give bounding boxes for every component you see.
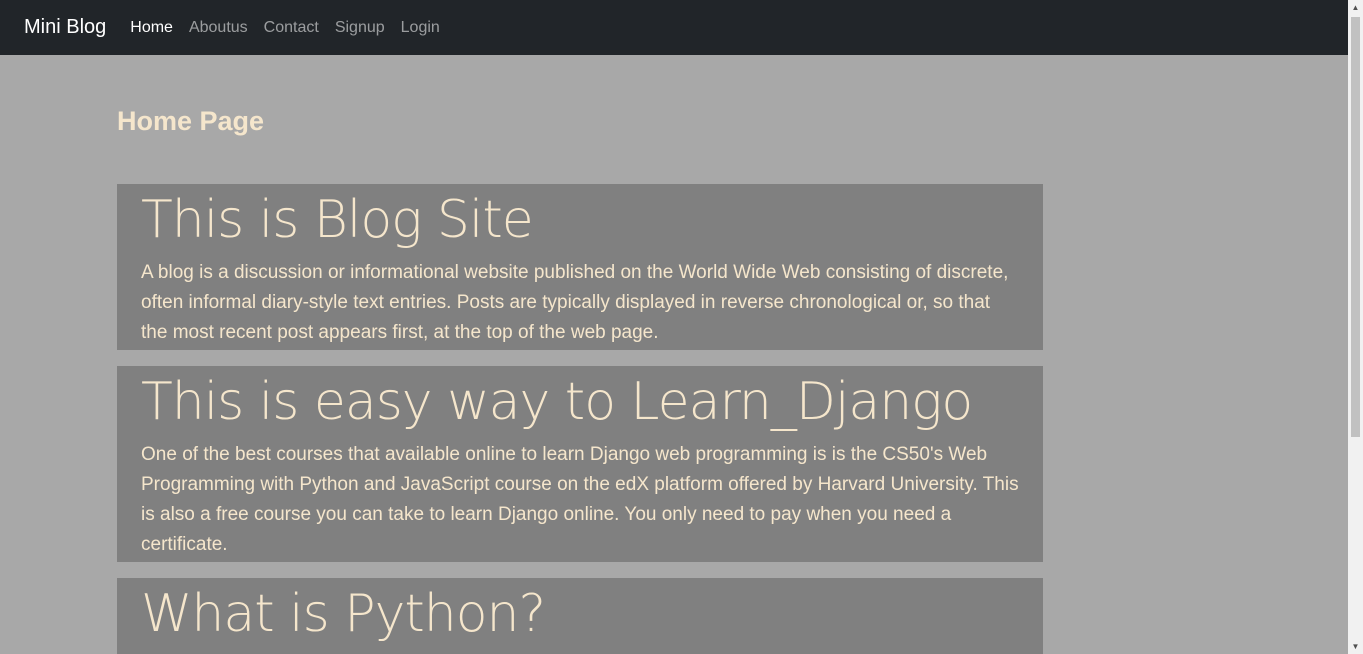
nav-link-signup[interactable]: Signup [335, 19, 385, 37]
scrollbar-thumb[interactable] [1351, 17, 1360, 437]
page-title: Home Page [117, 106, 265, 136]
vertical-scrollbar[interactable]: ▲ ▼ [1348, 0, 1363, 654]
navbar: Mini Blog Home Aboutus Contact Signup Lo… [0, 0, 1348, 55]
post-card: This is easy way to Learn_Django One of … [117, 366, 1043, 562]
nav-link-contact[interactable]: Contact [264, 19, 319, 37]
post-title: This is Blog Site [141, 190, 534, 250]
main-content: Home Page This is Blog Site A blog is a … [117, 55, 1043, 654]
nav-link-home[interactable]: Home [130, 19, 173, 37]
post-title: What is Python? [141, 584, 546, 644]
post-card: This is Blog Site A blog is a discussion… [117, 184, 1043, 350]
post-card: What is Python? [117, 578, 1043, 654]
post-body: A blog is a discussion or informational … [141, 262, 1009, 343]
nav-link-login[interactable]: Login [401, 19, 440, 37]
brand-link[interactable]: Mini Blog [24, 16, 106, 39]
post-body: One of the best courses that available o… [141, 444, 1019, 555]
triangle-up-icon[interactable]: ▲ [1348, 0, 1363, 15]
nav-link-aboutus[interactable]: Aboutus [189, 19, 248, 37]
post-title: This is easy way to Learn_Django [141, 372, 973, 432]
triangle-down-icon[interactable]: ▼ [1348, 639, 1363, 654]
